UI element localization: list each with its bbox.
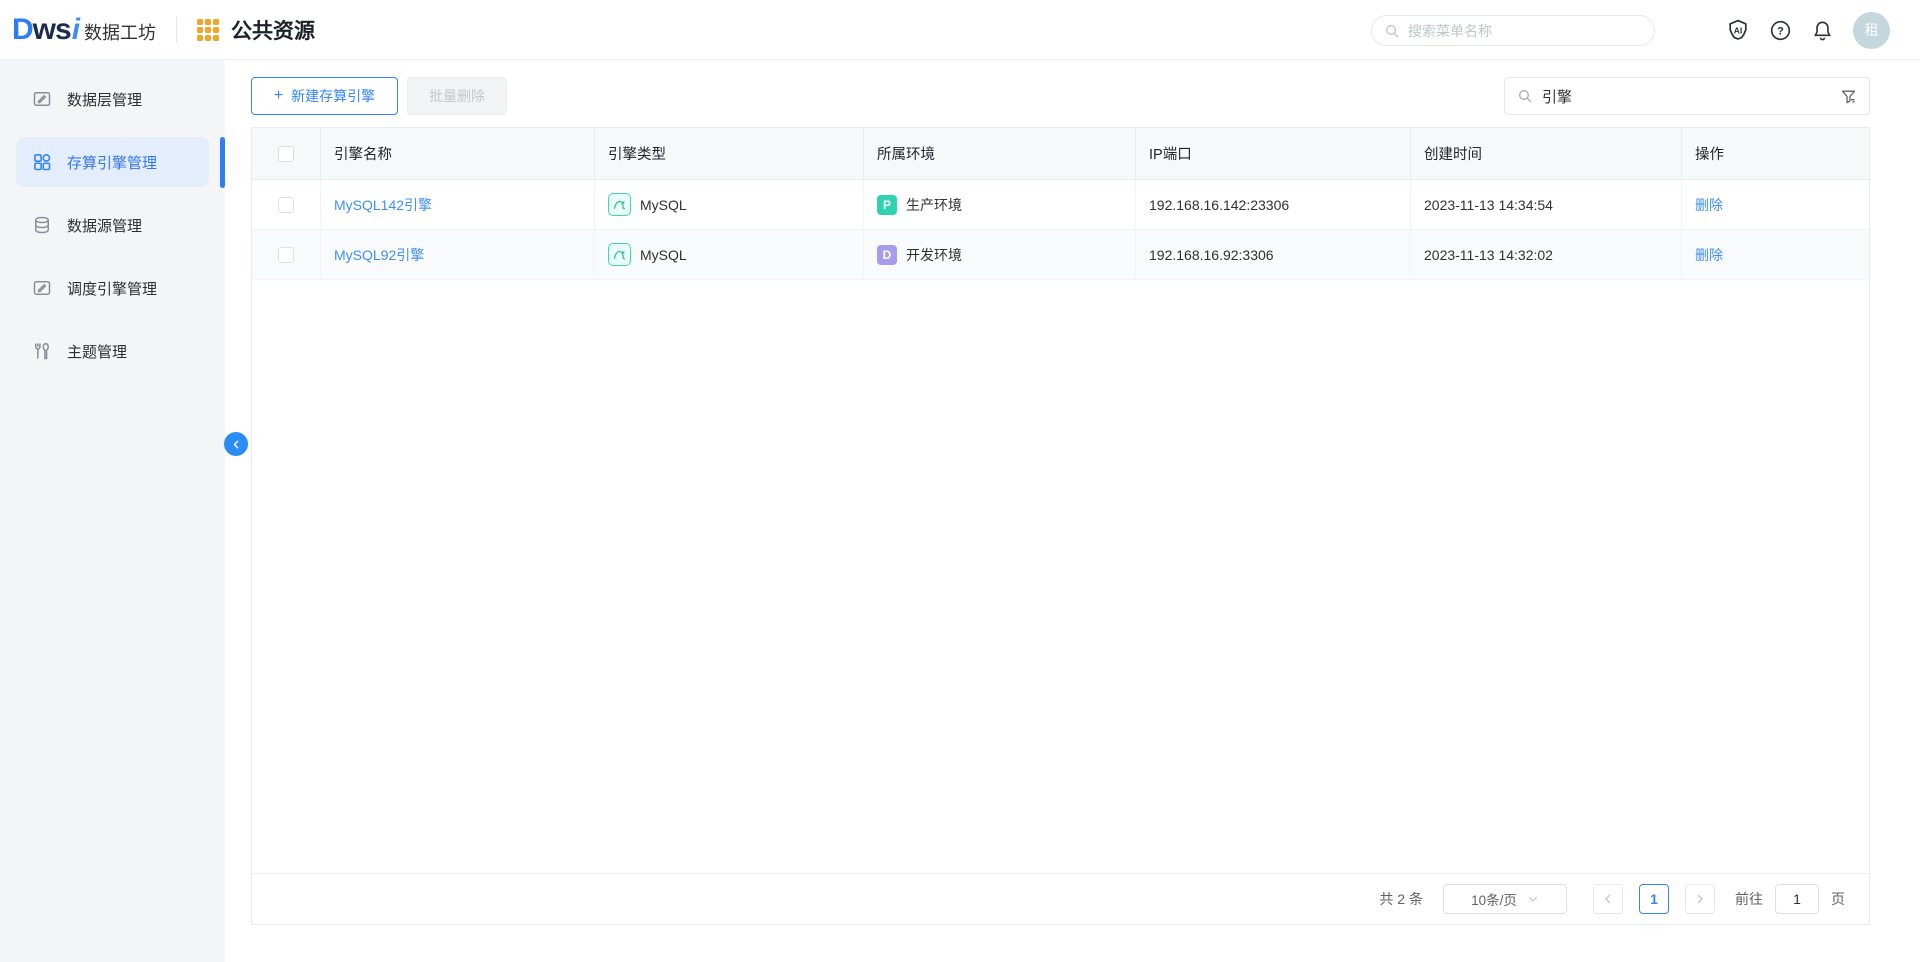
table-search-box[interactable] [1504,77,1870,115]
env-label: 开发环境 [906,246,962,263]
search-icon [1386,24,1399,37]
app-grid-icon [197,18,220,41]
chevron-down-icon [1527,893,1539,905]
logo-letters: ws [32,12,72,46]
edit-square-icon [32,89,52,109]
column-header-engine-name: 引擎名称 [321,128,595,179]
created-time-value: 2023-11-13 14:34:54 [1411,180,1682,229]
engine-name-link[interactable]: MySQL92引擎 [334,245,424,265]
select-all-checkbox[interactable] [278,145,294,162]
create-engine-button[interactable]: + 新建存算引擎 [251,77,398,115]
topbar-actions: AI ? 租 [1726,0,1890,60]
mysql-icon [608,193,631,216]
sidebar-item-label: 数据源管理 [67,217,143,235]
env-badge-development: D [877,244,897,265]
table-empty-space [252,280,1869,873]
sidebar-item-schedule-engine[interactable]: 调度引擎管理 [16,263,209,313]
chevron-right-icon [1697,894,1703,904]
divider [176,16,178,43]
env-badge-production: P [877,194,897,215]
tools-icon [32,341,52,361]
page-unit-label: 页 [1831,891,1845,907]
toolbar: + 新建存算引擎 批量删除 [251,77,1870,115]
table-search-input[interactable] [1542,87,1840,105]
engine-type-label: MySQL [640,246,687,263]
column-header-actions: 操作 [1695,147,1724,163]
mysql-icon [608,243,631,266]
top-navigation-bar: Dwsi 数据工坊 公共资源 AI ? 租 [0,0,1920,60]
sidebar: 数据层管理 存算引擎管理 数据源管理 调度引擎管理 主题管理 [0,60,225,962]
column-header-created-time: 创建时间 [1411,128,1682,179]
engine-type-label: MySQL [640,196,687,213]
chevron-left-icon [233,440,238,448]
grid-icon [32,152,52,172]
table-row: MySQL142引擎 MySQL P 生产环境 192.168.16.142:2… [252,180,1869,230]
sidebar-item-label: 调度引擎管理 [67,280,158,298]
row-checkbox[interactable] [278,246,294,263]
engine-name-link[interactable]: MySQL142引擎 [334,195,432,215]
menu-search-input[interactable] [1408,22,1642,39]
goto-label: 前往 [1735,891,1763,907]
delete-link[interactable]: 删除 [1695,195,1723,215]
sidebar-item-label: 数据层管理 [67,91,143,109]
sidebar-item-data-source[interactable]: 数据源管理 [16,200,209,250]
sidebar-item-label: 存算引擎管理 [67,154,158,172]
created-time-value: 2023-11-13 14:32:02 [1411,230,1682,279]
logo-product-name: 数据工坊 [84,22,157,43]
plus-icon: + [273,87,284,104]
delete-link[interactable]: 删除 [1695,245,1723,265]
engine-table-card: 引擎名称 引擎类型 所属环境 IP端口 创建时间 操作 MySQL142引擎 M… [251,127,1870,925]
ip-port-value: 192.168.16.92:3306 [1136,230,1411,279]
table-header-row: 引擎名称 引擎类型 所属环境 IP端口 创建时间 操作 [252,128,1869,180]
app-logo: Dws i 数据工坊 [12,13,156,47]
sidebar-item-theme[interactable]: 主题管理 [16,326,209,376]
batch-delete-button[interactable]: 批量删除 [407,77,507,115]
page-title: 公共资源 [231,19,316,43]
prev-page-button[interactable] [1593,884,1623,914]
column-header-ip-port: IP端口 [1136,128,1411,179]
user-avatar[interactable]: 租 [1853,11,1890,49]
page-size-select[interactable]: 10条/页 [1443,884,1567,914]
total-count-label: 共 2 条 [1379,891,1423,907]
logo-letter-i: i [71,12,81,46]
chevron-left-icon [1605,894,1611,904]
page-number-button[interactable]: 1 [1639,884,1669,914]
help-icon[interactable]: ? [1769,19,1792,42]
goto-page-input[interactable] [1775,884,1819,914]
search-icon [1519,90,1532,103]
next-page-button[interactable] [1685,884,1715,914]
pagination-bar: 共 2 条 10条/页 1 前往 页 [252,873,1869,924]
sidebar-item-data-layer[interactable]: 数据层管理 [16,74,209,124]
logo-letter: D [12,12,34,46]
filter-funnel-icon[interactable] [1840,88,1857,105]
sidebar-item-storage-engine[interactable]: 存算引擎管理 [16,137,209,187]
env-label: 生产环境 [906,196,962,213]
ai-assistant-icon[interactable]: AI [1726,18,1750,42]
row-checkbox[interactable] [278,196,294,213]
svg-text:?: ? [1777,25,1784,37]
svg-text:AI: AI [1734,26,1743,36]
database-icon [32,215,52,235]
menu-search-box[interactable] [1371,15,1655,46]
ip-port-value: 192.168.16.142:23306 [1136,180,1411,229]
sidebar-item-label: 主题管理 [67,343,128,361]
sidebar-collapse-button[interactable] [224,432,248,456]
table-row: MySQL92引擎 MySQL D 开发环境 192.168.16.92:330… [252,230,1869,280]
column-header-engine-type: 引擎类型 [595,128,864,179]
edit-square-icon [32,278,52,298]
notification-bell-icon[interactable] [1811,19,1834,42]
main-content: + 新建存算引擎 批量删除 引擎名称 引擎类型 所属环境 IP端口 创建时间 操… [225,60,1920,962]
column-header-environment: 所属环境 [864,128,1136,179]
